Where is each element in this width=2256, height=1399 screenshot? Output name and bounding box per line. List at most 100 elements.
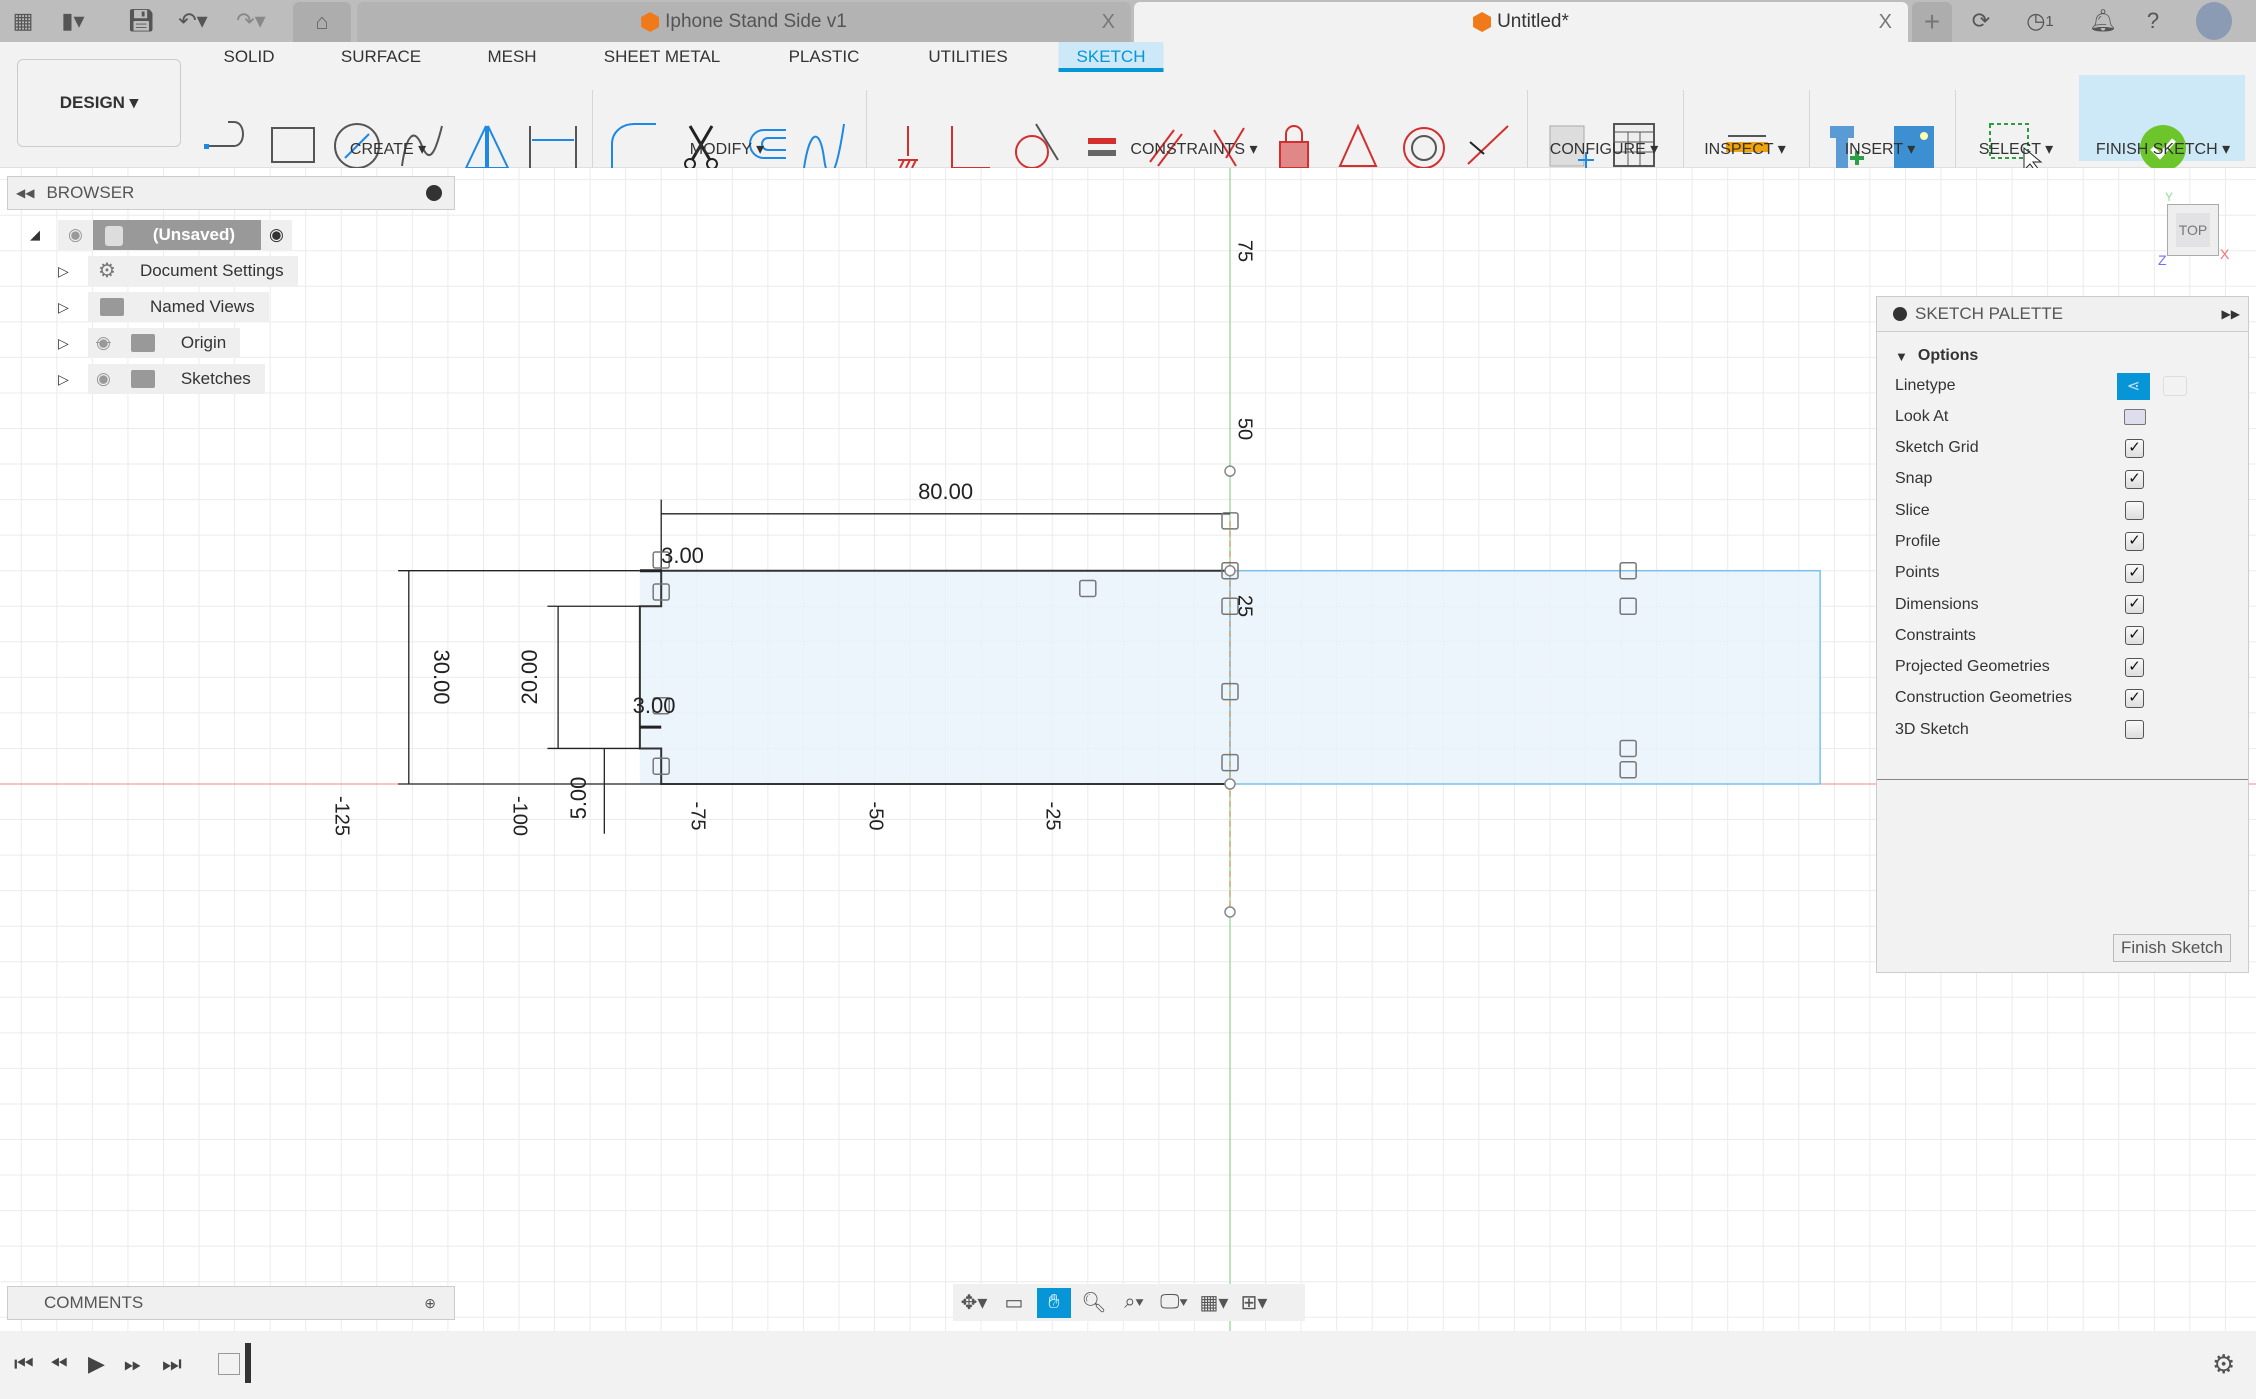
pin-icon[interactable] — [426, 185, 442, 201]
rectangle-icon[interactable] — [271, 127, 315, 163]
dimension-width[interactable]: 80.00 — [918, 479, 973, 505]
skip-to-start-icon[interactable]: ⏮︎ — [14, 1351, 34, 1377]
option-checkbox[interactable] — [2125, 720, 2144, 740]
dimension-depth-bottom[interactable]: 3.00 — [633, 693, 676, 719]
collapse-panel-icon[interactable]: ◀◀ — [16, 186, 34, 200]
home-button[interactable]: ⌂ — [293, 2, 351, 42]
redo-icon[interactable]: ↷▾ — [236, 6, 266, 36]
document-tab-active[interactable]: Untitled* X — [1134, 2, 1908, 42]
dimension-icon[interactable] — [529, 126, 577, 168]
create-menu[interactable]: CREATE ▾ — [350, 139, 426, 159]
view-cube[interactable]: TOP — [2167, 204, 2219, 256]
look-at-icon[interactable]: ▭ — [997, 1288, 1031, 1318]
viewports-icon[interactable]: ⊞▾ — [1237, 1288, 1271, 1318]
option-checkbox[interactable]: ✓ — [2125, 438, 2144, 458]
orbit-icon[interactable]: ✥▾ — [957, 1288, 991, 1318]
expand-panel-icon[interactable]: ▶▶ — [2222, 307, 2240, 321]
new-tab-button[interactable]: + — [1912, 2, 1952, 42]
construction-linetype-icon[interactable]: ⋖ — [2117, 372, 2150, 400]
apps-grid-icon[interactable]: ▦ — [8, 6, 38, 36]
option-checkbox[interactable]: ✓ — [2125, 532, 2144, 552]
option-checkbox[interactable]: ✓ — [2125, 563, 2144, 583]
display-settings-icon[interactable]: 🖵▾ — [1157, 1288, 1191, 1318]
browser-root[interactable]: ◢ ◉ (Unsaved) ◉ — [30, 220, 292, 250]
option-checkbox[interactable]: ✓ — [2125, 657, 2144, 677]
save-icon[interactable]: 💾︎ — [126, 6, 156, 36]
expand-toggle-icon[interactable]: ▷ — [58, 263, 88, 280]
configure-menu[interactable]: CONFIGURE ▾ — [1550, 139, 1658, 159]
zoom-window-icon[interactable]: ⌕▾ — [1117, 1288, 1151, 1318]
help-icon[interactable]: ? — [2138, 6, 2168, 36]
play-icon[interactable]: ▶ — [88, 1351, 105, 1377]
step-forward-icon[interactable]: ⏩︎ — [124, 1351, 142, 1377]
undo-icon[interactable]: ↶▾ — [178, 6, 208, 36]
browser-item-sketches[interactable]: ▷ ◉ Sketches — [58, 364, 265, 394]
option-checkbox[interactable]: ✓ — [2125, 595, 2144, 614]
expand-toggle-icon[interactable]: ▷ — [58, 371, 88, 388]
sync-icon[interactable]: ⟳ — [1966, 6, 1996, 36]
dimension-depth-top[interactable]: 3.00 — [661, 543, 704, 569]
option-checkbox[interactable]: ✓ — [2125, 626, 2144, 646]
fix-constraint-icon[interactable] — [898, 126, 918, 168]
skip-to-end-icon[interactable]: ⏭︎ — [162, 1351, 182, 1377]
activate-radio[interactable]: ◉ — [261, 220, 292, 250]
view-cube-face-top[interactable]: TOP — [2176, 213, 2210, 247]
coincident-constraint-icon[interactable] — [951, 126, 990, 168]
sketch-palette-header[interactable]: SKETCH PALETTE ▶▶ — [1877, 297, 2248, 332]
constraints-menu[interactable]: CONSTRAINTS ▾ — [1130, 139, 1257, 159]
eye-hidden-icon[interactable]: ◉ — [88, 328, 119, 358]
conic-curve-icon[interactable] — [803, 123, 845, 168]
concentric-constraint-icon[interactable] — [1403, 127, 1445, 168]
browser-item-document-settings[interactable]: ▷ ⚙ Document Settings — [58, 256, 298, 286]
close-tab-icon[interactable]: X — [1102, 11, 1115, 34]
browser-item-origin[interactable]: ▷ ◉ Origin — [58, 328, 241, 358]
inspect-menu[interactable]: INSPECT ▾ — [1704, 139, 1786, 159]
close-tab-icon[interactable]: X — [1879, 11, 1892, 34]
midpoint-constraint-icon[interactable] — [1467, 125, 1509, 165]
dimension-notch-height[interactable]: 20.00 — [517, 650, 543, 705]
file-icon[interactable]: ▮▾ — [58, 6, 88, 36]
job-status-icon[interactable]: ◷ 1 — [2018, 6, 2062, 36]
dimension-height[interactable]: 30.00 — [428, 650, 454, 705]
fillet-icon[interactable] — [611, 123, 656, 168]
line-icon[interactable] — [204, 121, 244, 149]
select-menu[interactable]: SELECT ▾ — [1979, 139, 2053, 159]
option-checkbox[interactable]: ✓ — [2125, 469, 2144, 489]
expand-toggle-icon[interactable]: ▷ — [58, 299, 88, 316]
pan-hand-icon[interactable]: ✋︎ — [1037, 1287, 1071, 1318]
step-back-icon[interactable]: ⏪︎ — [50, 1351, 68, 1377]
lock-icon[interactable] — [1279, 125, 1309, 168]
add-comment-icon[interactable]: ⊕ — [424, 1295, 436, 1312]
user-avatar[interactable] — [2196, 2, 2232, 40]
zoom-icon[interactable]: 🔍︎ — [1077, 1288, 1111, 1318]
browser-item-named-views[interactable]: ▷ Named Views — [58, 292, 269, 322]
expand-toggle-icon[interactable]: ◢ — [30, 227, 40, 243]
centerline-linetype-icon[interactable] — [2163, 376, 2187, 396]
insert-menu[interactable]: INSERT ▾ — [1845, 139, 1916, 159]
browser-panel-header[interactable]: ◀◀ BROWSER — [7, 176, 455, 210]
comments-panel-header[interactable]: COMMENTS ⊕ — [7, 1286, 455, 1320]
timeline-sketch-icon[interactable] — [218, 1353, 240, 1375]
finish-sketch-menu[interactable]: FINISH SKETCH ▾ — [2096, 139, 2230, 159]
tangent-constraint-icon[interactable] — [1015, 123, 1059, 168]
timeline-settings-gear-icon[interactable]: ⚙ — [2212, 1349, 2235, 1380]
timeline-marker[interactable] — [245, 1343, 251, 1383]
pin-icon[interactable] — [1893, 307, 1907, 321]
eye-icon[interactable]: ◉ — [58, 220, 93, 250]
look-at-icon[interactable] — [2124, 409, 2146, 425]
mirror-icon[interactable] — [464, 125, 510, 168]
options-section[interactable]: ▼ Options — [1895, 341, 2235, 371]
dimension-notch-offset[interactable]: 5.00 — [566, 777, 592, 820]
triangle-symmetry-icon[interactable] — [1338, 123, 1378, 167]
equal-constraint-icon[interactable] — [1088, 138, 1116, 156]
eye-icon[interactable]: ◉ — [88, 364, 119, 394]
grid-snaps-icon[interactable]: ▦▾ — [1197, 1288, 1231, 1318]
option-checkbox[interactable]: ✓ — [2125, 688, 2144, 708]
root-component[interactable]: (Unsaved) — [92, 220, 262, 250]
finish-sketch-palette-button[interactable]: Finish Sketch — [2113, 934, 2231, 962]
option-checkbox[interactable] — [2125, 501, 2144, 521]
expand-toggle-icon[interactable]: ▷ — [58, 335, 88, 352]
document-tab[interactable]: Iphone Stand Side v1 X — [357, 2, 1131, 42]
notifications-bell-icon[interactable]: 🔔︎ — [2088, 6, 2118, 36]
modify-menu[interactable]: MODIFY ▾ — [690, 139, 764, 159]
